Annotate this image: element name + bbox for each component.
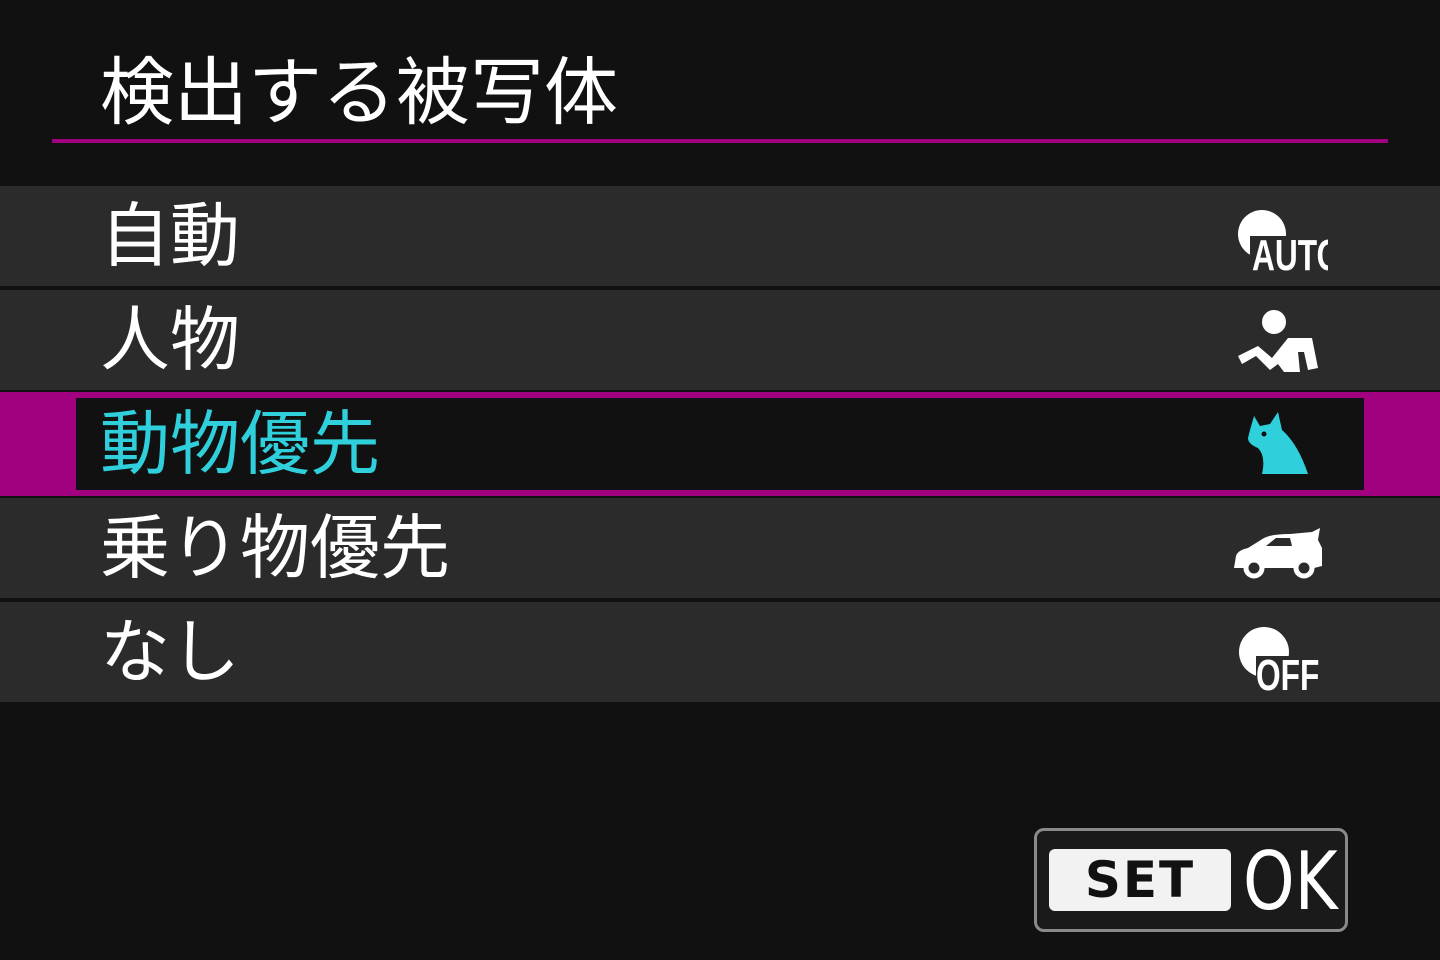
animal-icon	[1228, 404, 1328, 484]
set-ok-button[interactable]: SET OK	[1034, 828, 1348, 932]
person-icon	[1228, 300, 1328, 380]
ok-label: OK	[1243, 835, 1338, 928]
page-title: 検出する被写体	[100, 50, 618, 136]
option-vehicle-priority[interactable]: 乗り物優先	[0, 498, 1440, 598]
vehicle-icon	[1228, 508, 1328, 588]
option-label: なし	[100, 611, 240, 693]
option-person[interactable]: 人物	[0, 290, 1440, 390]
option-none[interactable]: なし OFF	[0, 602, 1440, 702]
auto-icon-text: AUTO	[1252, 231, 1328, 276]
off-icon-text: OFF	[1256, 651, 1319, 692]
option-label: 自動	[100, 195, 240, 277]
title-divider	[52, 139, 1388, 143]
option-label: 乗り物優先	[100, 507, 450, 589]
option-label: 人物	[100, 299, 240, 381]
subject-auto-icon: AUTO	[1228, 196, 1341, 280]
set-key-label: SET	[1049, 849, 1231, 911]
option-label: 動物優先	[100, 403, 380, 485]
option-animal-priority[interactable]: 動物優先	[0, 392, 1440, 496]
option-auto[interactable]: 自動 AUTO	[0, 186, 1440, 286]
subject-off-icon: OFF	[1228, 612, 1328, 700]
